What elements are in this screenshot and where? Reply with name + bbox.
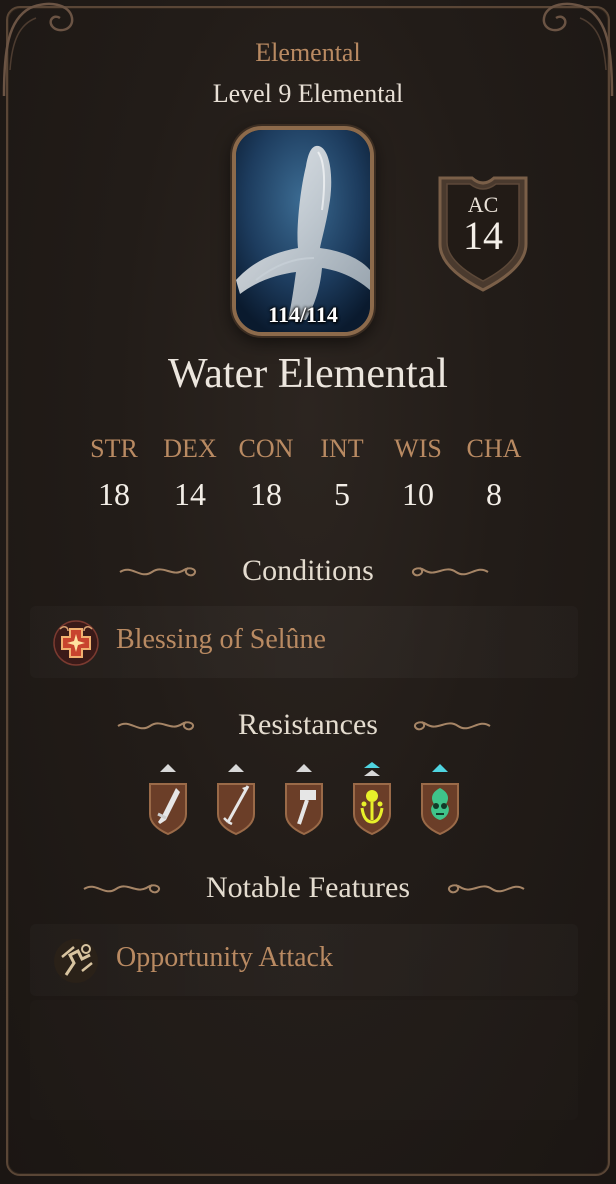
- ability-int: INT 5: [304, 434, 380, 513]
- ability-label: STR: [90, 434, 138, 463]
- ability-value: 10: [402, 476, 434, 512]
- feature-row[interactable]: Opportunity Attack: [30, 924, 578, 996]
- flourish-right-icon: [448, 884, 525, 894]
- ability-label: INT: [320, 434, 364, 463]
- ability-con: CON 18: [228, 434, 304, 513]
- flourish-right-icon: [414, 721, 491, 731]
- slashing-resistance-icon[interactable]: [146, 762, 190, 838]
- opportunity-attack-icon: [54, 939, 98, 983]
- creature-name: Water Elemental: [168, 351, 448, 397]
- ability-label: CHA: [466, 434, 522, 463]
- ability-wis: WIS 10: [380, 434, 456, 513]
- ability-label: WIS: [394, 434, 442, 463]
- ability-value: 8: [486, 476, 502, 512]
- ability-label: DEX: [163, 434, 217, 463]
- piercing-resistance-icon[interactable]: [214, 762, 258, 838]
- ability-scores: STR 18 DEX 14 CON 18 INT 5 WIS 10 CHA 8: [76, 434, 532, 513]
- condition-row[interactable]: Blessing of Selûne: [30, 606, 578, 678]
- hit-points: 114/114: [268, 302, 338, 327]
- blessing-icon: [53, 620, 99, 666]
- empty-panel-area: [30, 1000, 578, 1120]
- ability-cha: CHA 8: [456, 434, 532, 513]
- acid-immunity-icon[interactable]: [350, 762, 394, 838]
- resistances-heading: Resistances: [238, 708, 378, 741]
- creature-tooltip-panel: Elemental Level 9 Elemental 114/114 AC 1…: [0, 0, 616, 1184]
- ability-value: 5: [334, 476, 350, 512]
- ability-label: CON: [238, 434, 294, 463]
- creature-portrait: 114/114: [232, 126, 374, 336]
- creature-type: Elemental: [255, 38, 361, 67]
- feature-label: Opportunity Attack: [116, 942, 333, 973]
- conditions-heading: Conditions: [242, 554, 374, 587]
- level-line: Level 9 Elemental: [212, 79, 404, 108]
- ability-value: 18: [98, 476, 130, 512]
- ability-value: 18: [250, 476, 282, 512]
- poison-immunity-icon[interactable]: [418, 762, 462, 838]
- flourish-right-icon: [412, 567, 489, 577]
- bludgeoning-resistance-icon[interactable]: [282, 762, 326, 838]
- condition-label: Blessing of Selûne: [116, 624, 326, 655]
- ability-dex: DEX 14: [152, 434, 228, 513]
- armor-class-value: 14: [463, 213, 503, 258]
- ability-str: STR 18: [76, 434, 152, 513]
- ability-value: 14: [174, 476, 206, 512]
